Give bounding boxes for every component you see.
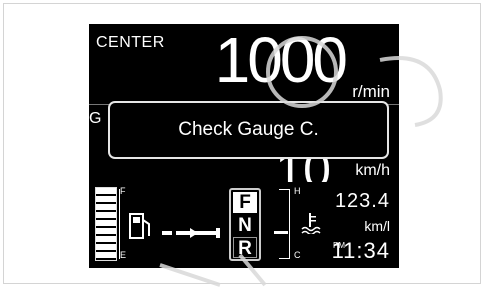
- clock-time: 11:34: [331, 238, 390, 263]
- temperature-needle: [274, 231, 288, 234]
- fuel-level-bar: [95, 187, 117, 261]
- gear-neutral: N: [238, 215, 252, 236]
- fuel-economy-value: 123.4: [334, 190, 390, 212]
- rpm-unit: r/min: [352, 82, 390, 101]
- gear-indicator: F N R: [229, 188, 261, 261]
- partially-hidden-char: G: [89, 110, 102, 127]
- rpm-value: 1000: [214, 24, 348, 96]
- warning-popup: Check Gauge C.: [108, 101, 389, 159]
- coolant-temperature-icon: [301, 213, 321, 234]
- drive-transfer-icon: [162, 228, 220, 238]
- popup-message: Check Gauge C.: [178, 119, 319, 140]
- gear-forward: F: [233, 192, 257, 213]
- fuel-empty-label: E: [120, 250, 127, 260]
- speed-unit: km/h: [355, 162, 390, 179]
- temperature-hot-label: H: [294, 186, 301, 196]
- fuel-economy-unit: km/l: [364, 218, 390, 234]
- fuel-full-label: F: [120, 186, 126, 196]
- fuel-pump-icon: [129, 213, 150, 239]
- temperature-scale: [279, 189, 290, 259]
- instrument-display: CENTER 1000 r/min G 10 km/h Check Gauge …: [89, 24, 399, 268]
- fuel-scale: [119, 189, 124, 259]
- gear-reverse: R: [233, 237, 257, 259]
- mode-label: CENTER: [96, 34, 165, 51]
- temperature-cold-label: C: [294, 250, 301, 260]
